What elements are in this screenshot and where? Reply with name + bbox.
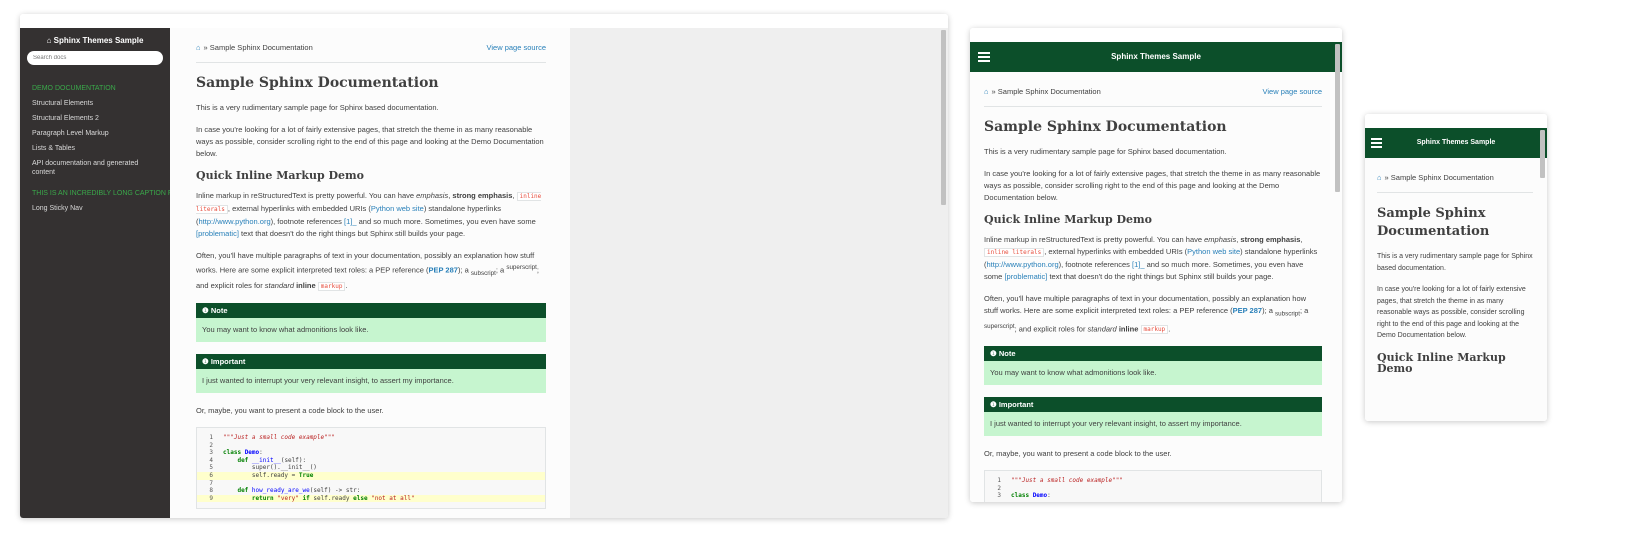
breadcrumb: ⌂» Sample Sphinx Documentation bbox=[1377, 173, 1494, 183]
footnote-link[interactable]: [1]_ bbox=[344, 217, 357, 226]
intro-paragraph-2: In case you're looking for a lot of fair… bbox=[984, 169, 1321, 202]
window-chrome bbox=[970, 28, 1342, 46]
inline-markup-paragraph: Inline markup in reStructuredText is pre… bbox=[984, 235, 1318, 281]
intro-paragraph: This is a very rudimentary sample page f… bbox=[1377, 253, 1533, 272]
tablet-window: Sphinx Themes Sample ⌂» Sample Sphinx Do… bbox=[970, 28, 1342, 502]
home-icon[interactable]: ⌂ bbox=[984, 87, 989, 96]
site-title[interactable]: Sphinx Themes Sample bbox=[1111, 52, 1201, 61]
note-admonition: ❶ Note You may want to know what admonit… bbox=[984, 346, 1322, 385]
window-chrome bbox=[20, 14, 948, 32]
code-intro: Or, maybe, you want to present a code bl… bbox=[984, 449, 1172, 458]
page-background bbox=[570, 28, 948, 518]
pep-link[interactable]: PEP 287 bbox=[428, 266, 457, 275]
section-heading: Quick Inline Markup Demo bbox=[196, 169, 364, 182]
mobile-window: Sphinx Themes Sample ⌂» Sample Sphinx Do… bbox=[1365, 114, 1547, 421]
roles-paragraph: Often, you'll have multiple paragraphs o… bbox=[196, 251, 539, 291]
sidebar: ⌂ Sphinx Themes Sample DEMO DOCUMENTATIO… bbox=[20, 28, 170, 518]
site-title-link[interactable]: ⌂ Sphinx Themes Sample bbox=[26, 36, 164, 45]
info-icon: ❶ bbox=[202, 306, 209, 315]
nav-item[interactable]: Structural Elements 2 bbox=[20, 111, 170, 126]
nav-caption: DEMO DOCUMENTATION bbox=[32, 85, 116, 92]
nav-item[interactable]: API documentation and generated content bbox=[20, 156, 170, 180]
scrollbar[interactable] bbox=[1335, 44, 1340, 192]
scrollbar[interactable] bbox=[941, 30, 946, 205]
home-icon[interactable]: ⌂ bbox=[1377, 173, 1382, 182]
main-content: ⌂» Sample Sphinx Documentation View page… bbox=[170, 28, 570, 518]
mobile-top-bar: Sphinx Themes Sample bbox=[1365, 128, 1547, 158]
note-admonition: ❶ Note You may want to know what admonit… bbox=[196, 303, 546, 342]
breadcrumb: ⌂» Sample Sphinx Documentation View page… bbox=[196, 42, 546, 54]
important-admonition: ❶ Important I just wanted to interrupt y… bbox=[984, 397, 1322, 436]
breadcrumb: ⌂» Sample Sphinx Documentation View page… bbox=[984, 86, 1322, 98]
search-input[interactable] bbox=[27, 51, 163, 65]
python-link[interactable]: Python web site bbox=[371, 204, 424, 213]
nav-item[interactable]: Structural Elements bbox=[20, 96, 170, 111]
intro-paragraph-2: In case you're looking for a lot of fair… bbox=[196, 125, 544, 158]
python-link[interactable]: Python web site bbox=[1187, 247, 1240, 256]
code-block: 1 """Just a small code example""" 2 3 clas… bbox=[984, 470, 1322, 502]
section-heading: Quick Inline Markup Demo bbox=[1377, 350, 1506, 375]
page-title: Sample Sphinx Documentation bbox=[984, 119, 1227, 135]
nav-caption-long: THIS IS AN INCREDIBLY LONG CAPTION FOR A… bbox=[32, 190, 170, 197]
page-title: Sample Sphinx Documentation bbox=[196, 75, 439, 91]
scrollbar[interactable] bbox=[1540, 130, 1545, 178]
menu-icon[interactable] bbox=[1371, 136, 1382, 150]
info-icon: ❶ bbox=[202, 357, 209, 366]
site-title[interactable]: Sphinx Themes Sample bbox=[1417, 139, 1496, 146]
page-title: Sample Sphinx Documentation bbox=[1377, 206, 1490, 239]
nav-item[interactable]: Paragraph Level Markup bbox=[20, 126, 170, 141]
view-source-link[interactable]: View page source bbox=[1263, 86, 1322, 98]
problematic-link[interactable]: [problematic] bbox=[196, 229, 239, 238]
roles-paragraph: Often, you'll have multiple paragraphs o… bbox=[984, 294, 1309, 334]
info-icon: ❶ bbox=[990, 349, 997, 358]
desktop-window: ⌂ Sphinx Themes Sample DEMO DOCUMENTATIO… bbox=[20, 14, 948, 518]
intro-paragraph: This is a very rudimentary sample page f… bbox=[196, 103, 439, 112]
view-source-link[interactable]: View page source bbox=[487, 42, 546, 54]
section-heading: Quick Inline Markup Demo bbox=[984, 213, 1152, 226]
nav-item[interactable]: Long Sticky Nav bbox=[20, 201, 170, 216]
breadcrumb-current: Sample Sphinx Documentation bbox=[209, 43, 313, 52]
window-chrome bbox=[1365, 114, 1547, 132]
important-admonition: ❶ Important I just wanted to interrupt y… bbox=[196, 354, 546, 393]
nav-item[interactable]: Lists & Tables bbox=[20, 141, 170, 156]
intro-paragraph-2: In case you're looking for a lot of fair… bbox=[1377, 286, 1526, 339]
mobile-top-bar: Sphinx Themes Sample bbox=[970, 42, 1342, 72]
code-intro: Or, maybe, you want to present a code bl… bbox=[196, 406, 384, 415]
menu-icon[interactable] bbox=[978, 50, 990, 64]
home-icon[interactable]: ⌂ bbox=[196, 43, 201, 52]
inline-markup-paragraph: Inline markup in reStructuredText is pre… bbox=[196, 191, 542, 238]
info-icon: ❶ bbox=[990, 400, 997, 409]
footnote-link[interactable]: [1]_ bbox=[1132, 260, 1145, 269]
url-link[interactable]: http://www.python.org bbox=[987, 260, 1059, 269]
pep-link[interactable]: PEP 287 bbox=[1233, 306, 1262, 315]
code-block: 1 """Just a small code example""" 2 3 clas… bbox=[196, 427, 546, 510]
problematic-link[interactable]: [problematic] bbox=[1004, 272, 1047, 281]
url-link[interactable]: http://www.python.org bbox=[199, 217, 271, 226]
intro-paragraph: This is a very rudimentary sample page f… bbox=[984, 147, 1227, 156]
